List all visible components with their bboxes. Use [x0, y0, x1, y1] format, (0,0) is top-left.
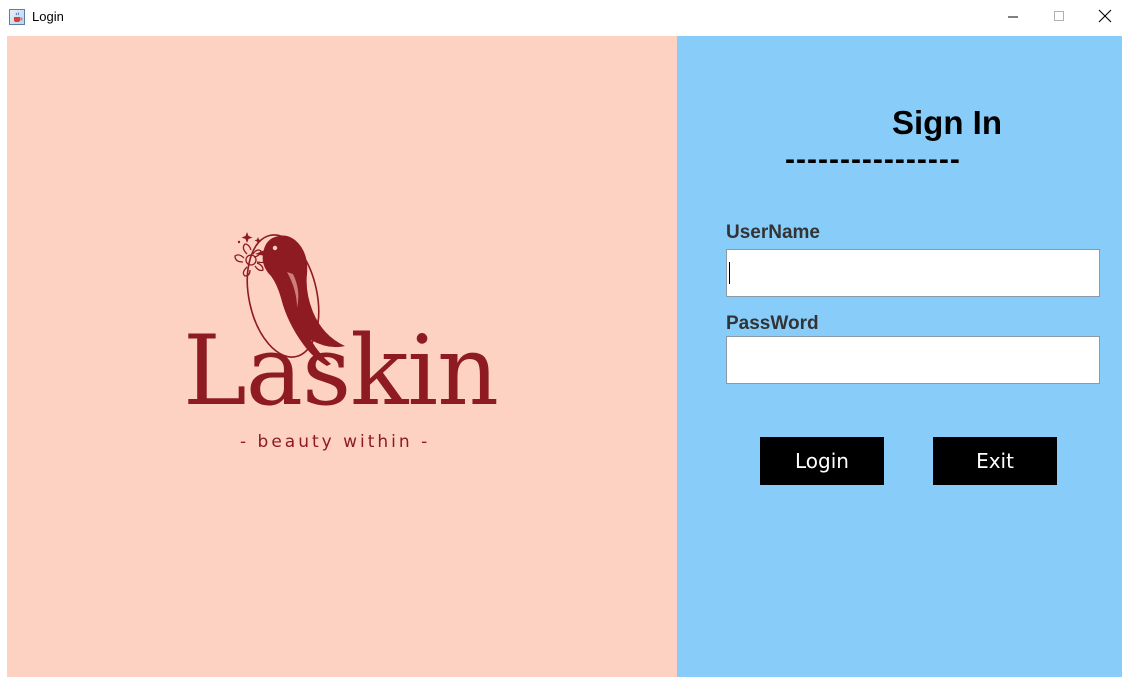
- minimize-button[interactable]: [990, 0, 1036, 32]
- brand-tagline: - beauty within -: [240, 432, 431, 452]
- close-icon: [1098, 9, 1112, 23]
- login-button[interactable]: Login: [760, 437, 884, 485]
- username-input[interactable]: [726, 249, 1100, 297]
- java-cup-icon: [9, 9, 25, 25]
- signin-title: Sign In: [892, 104, 1002, 141]
- exit-button[interactable]: Exit: [933, 437, 1057, 485]
- window-title: Login: [32, 9, 64, 24]
- password-label: PassWord: [726, 313, 819, 334]
- close-button[interactable]: [1082, 0, 1122, 32]
- maximize-icon: [1054, 11, 1064, 21]
- signin-divider: ----------------: [785, 143, 961, 176]
- password-input[interactable]: [726, 336, 1100, 384]
- signin-panel: Sign In ---------------- UserName PassWo…: [677, 36, 1122, 677]
- title-bar[interactable]: Login: [0, 0, 1122, 36]
- branding-panel: Laskin - beauty within -: [7, 36, 677, 677]
- login-window: Login Laskin - beauty within - Sign In -…: [0, 0, 1122, 677]
- text-caret: [729, 262, 730, 284]
- minimize-icon: [1008, 16, 1018, 18]
- username-label: UserName: [726, 222, 820, 243]
- brand-name: Laskin: [183, 315, 499, 427]
- maximize-button[interactable]: [1036, 0, 1082, 32]
